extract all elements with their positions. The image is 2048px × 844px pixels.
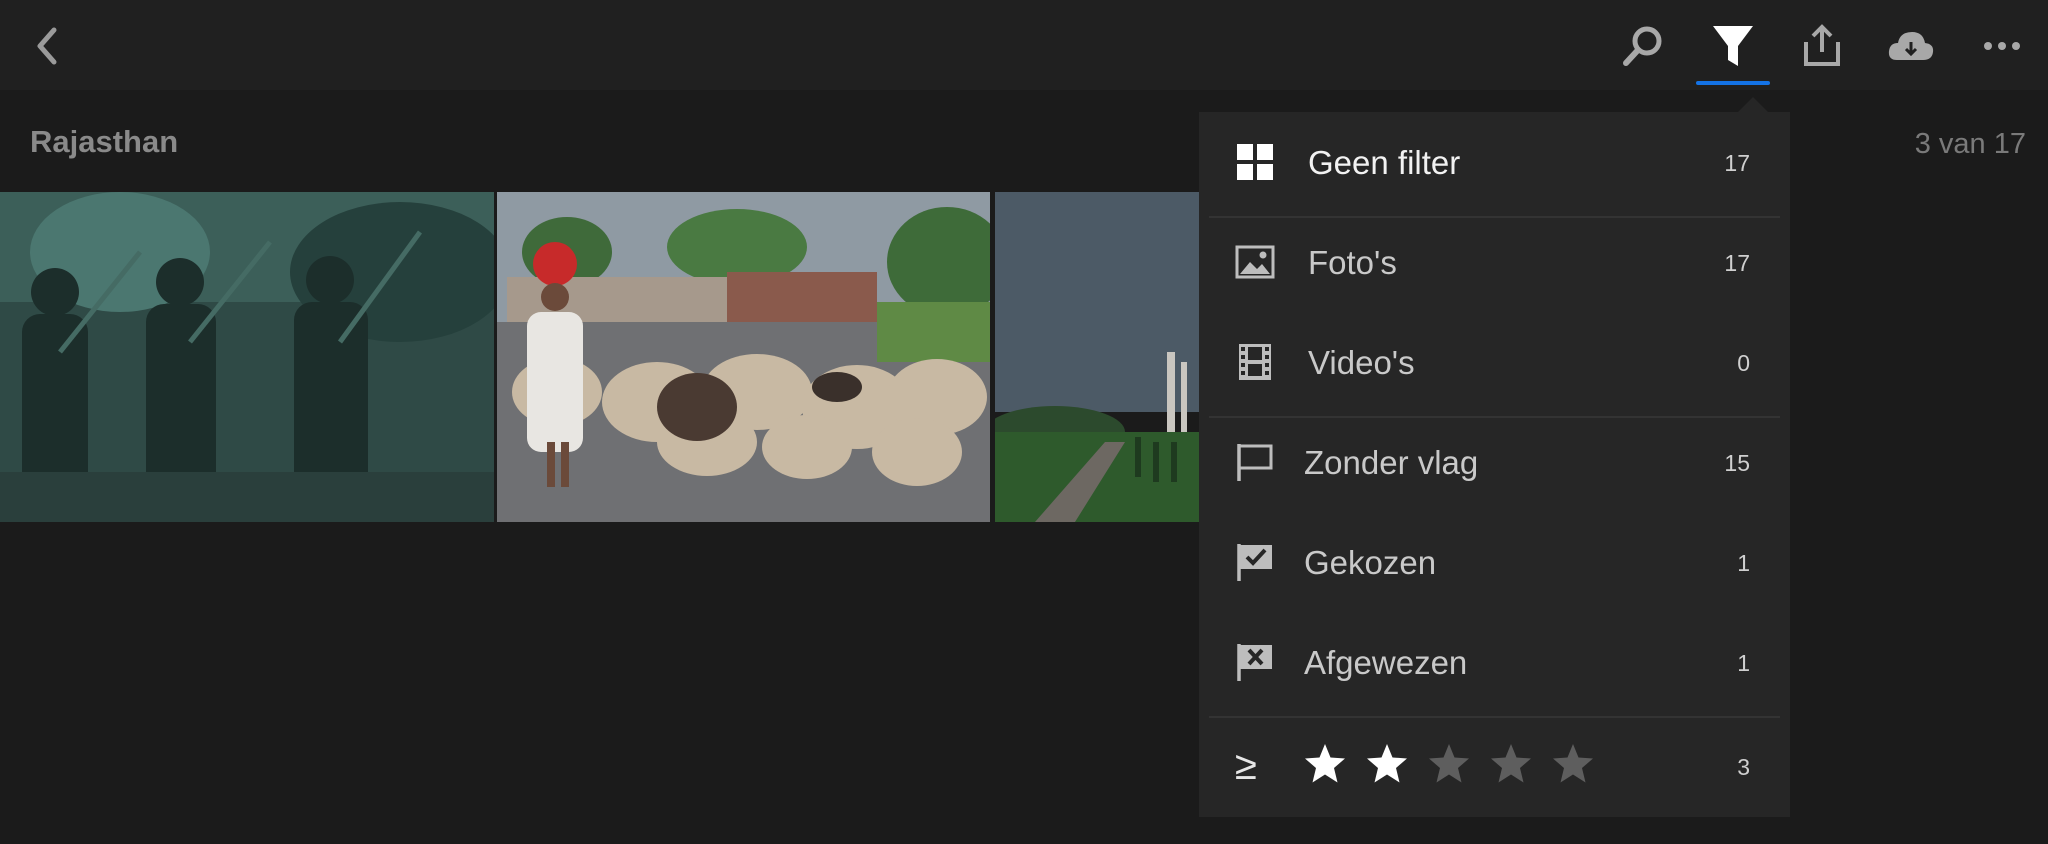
filter-menu: Geen filter 17 Foto's 17 Video's 0 Zonde… <box>1199 112 1790 817</box>
photo-thumbnail[interactable] <box>497 192 990 522</box>
rating-operator[interactable]: ≥ <box>1235 744 1257 789</box>
photo-counter: 3 van 17 <box>1914 128 2026 160</box>
filter-icon[interactable] <box>1707 20 1759 72</box>
filter-item-rating[interactable]: ≥ 3 <box>1199 716 1790 816</box>
photo-thumbnail[interactable] <box>995 192 1199 522</box>
photo-strip <box>0 192 1199 522</box>
chevron-left-icon[interactable] <box>28 24 68 68</box>
image-icon <box>1235 245 1275 279</box>
filter-item-count: 17 <box>1724 250 1750 276</box>
filter-item-count: 1 <box>1737 550 1750 576</box>
filter-item-photos[interactable]: Foto's 17 <box>1199 212 1790 312</box>
star-icon[interactable] <box>1365 742 1409 786</box>
filter-item-label: Zonder vlag <box>1304 444 1479 481</box>
filter-item-count: 17 <box>1724 150 1750 176</box>
filter-item-count: 1 <box>1737 650 1750 676</box>
filter-item-rejected[interactable]: Afgewezen 1 <box>1199 612 1790 712</box>
filter-item-no-filter[interactable]: Geen filter 17 <box>1199 112 1790 212</box>
star-icon[interactable] <box>1303 742 1347 786</box>
cloud-icon[interactable] <box>1885 20 1937 72</box>
filter-item-count: 3 <box>1737 754 1750 780</box>
filter-item-unflagged[interactable]: Zonder vlag 15 <box>1199 412 1790 512</box>
star-icon[interactable] <box>1551 742 1595 786</box>
filter-item-label: Geen filter <box>1308 144 1461 181</box>
more-icon[interactable] <box>1976 20 2028 72</box>
filter-item-label: Video's <box>1308 344 1415 381</box>
filter-item-label: Afgewezen <box>1304 644 1468 681</box>
flag-outline-icon <box>1237 444 1273 481</box>
search-icon[interactable] <box>1617 20 1669 72</box>
filter-item-videos[interactable]: Video's 0 <box>1199 312 1790 412</box>
grid-icon <box>1237 144 1273 180</box>
filter-item-label: Gekozen <box>1304 544 1437 581</box>
star-icon[interactable] <box>1427 742 1471 786</box>
film-icon <box>1239 344 1271 380</box>
filter-item-picked[interactable]: Gekozen 1 <box>1199 512 1790 612</box>
top-toolbar <box>0 0 2048 90</box>
star-icon[interactable] <box>1489 742 1533 786</box>
active-tab-indicator <box>1696 81 1770 85</box>
album-title: Rajasthan <box>30 124 179 159</box>
filter-item-label: Foto's <box>1308 244 1397 281</box>
menu-caret <box>1737 97 1769 113</box>
share-icon[interactable] <box>1796 20 1848 72</box>
filter-item-count: 0 <box>1737 350 1750 376</box>
flag-reject-icon <box>1237 644 1272 681</box>
flag-check-icon <box>1237 544 1272 581</box>
filter-item-count: 15 <box>1724 450 1750 476</box>
photo-thumbnail[interactable] <box>0 192 494 522</box>
